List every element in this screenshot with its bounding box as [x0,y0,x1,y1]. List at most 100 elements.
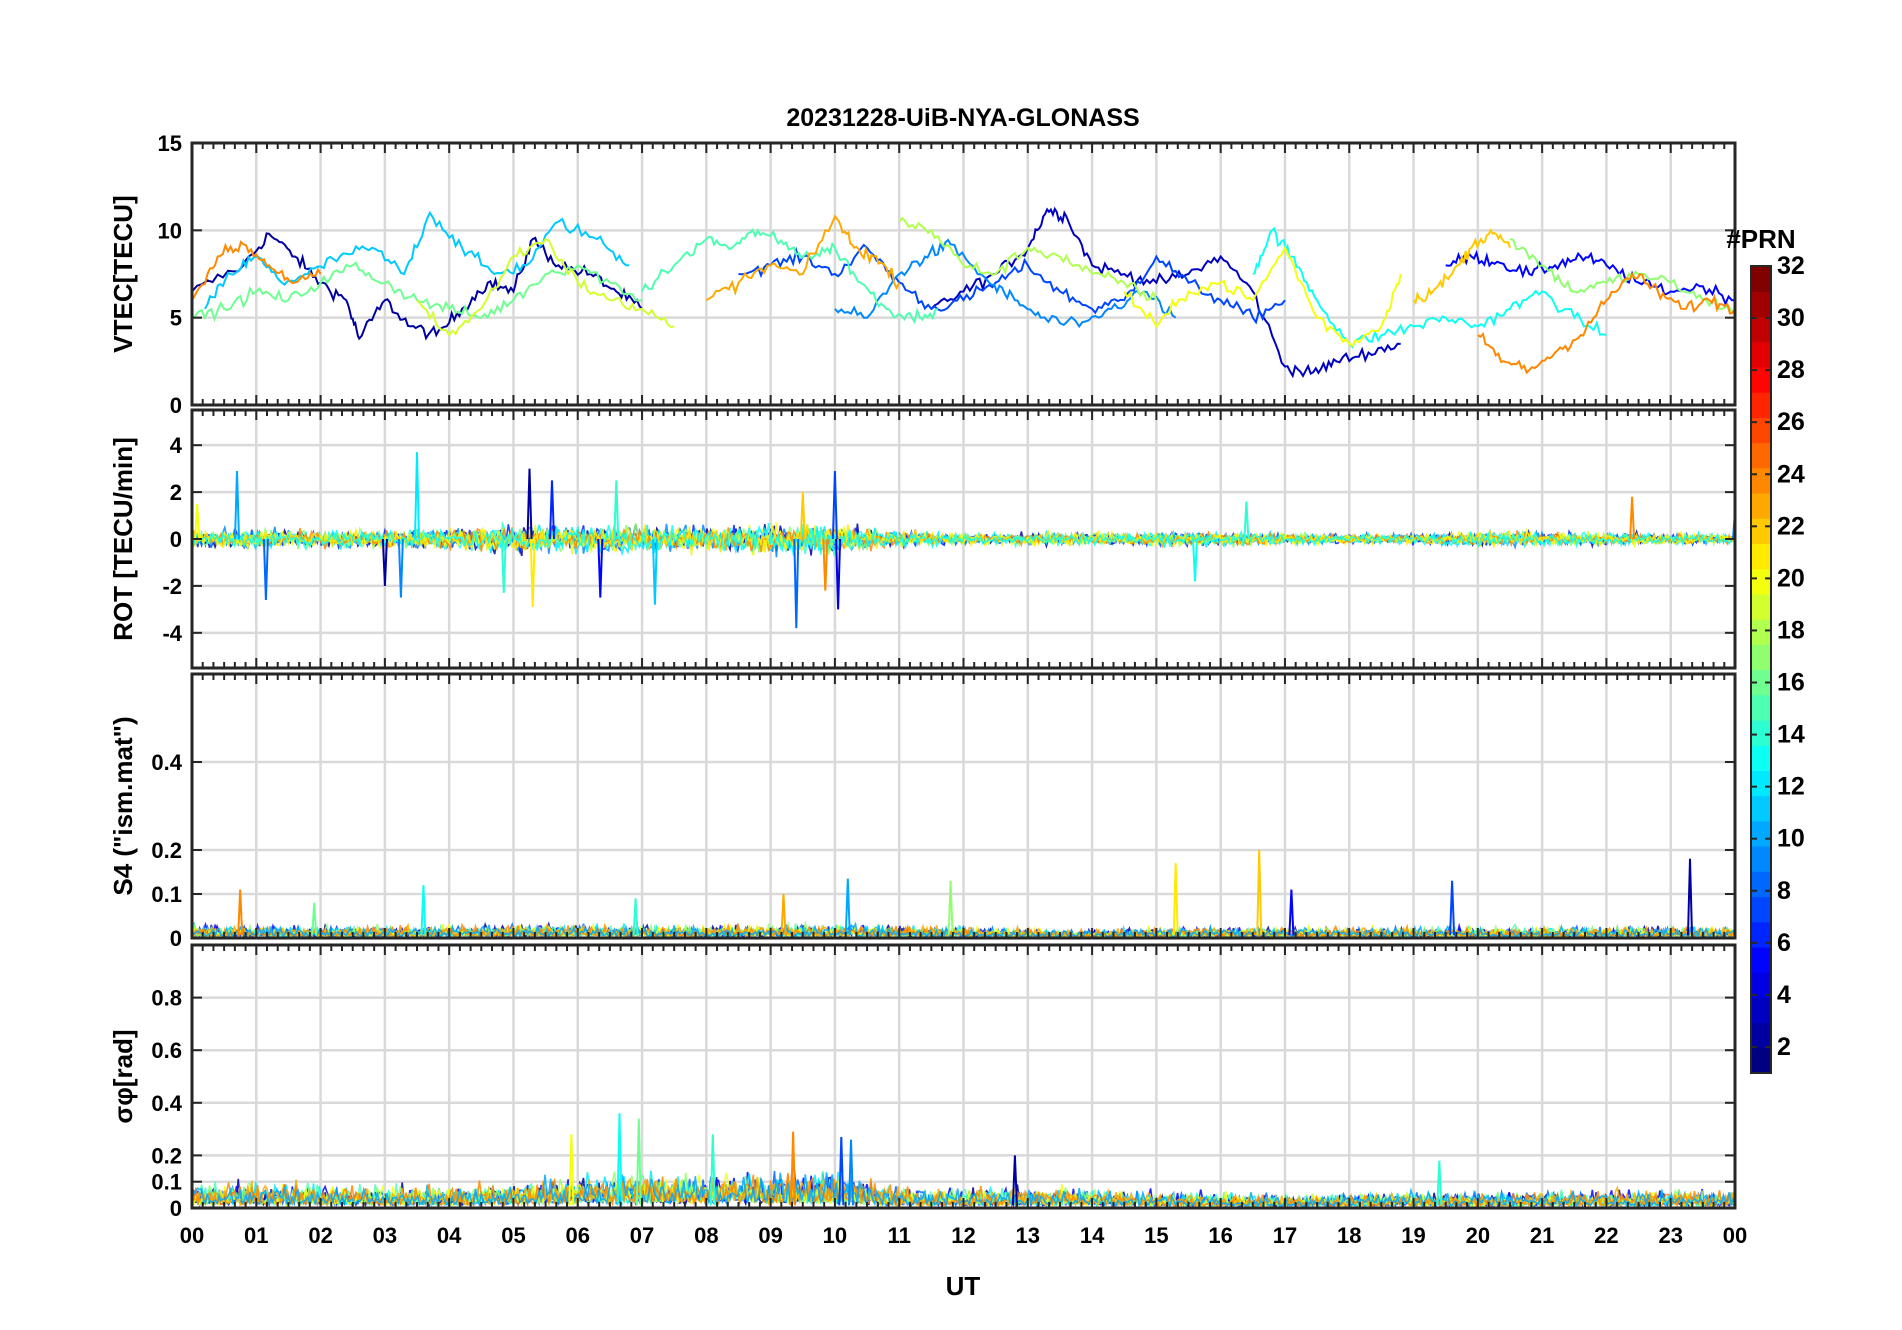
y-axis-label-rot: ROT [TECU/min] [108,437,138,641]
spike-prn-10 [234,470,240,540]
y-tick-label: 10 [158,218,182,243]
colorbar-segment [1751,946,1771,973]
x-tick-label: 22 [1594,1223,1618,1248]
panels: 051015VTEC[TECU]-4-2024ROT [TECU/min]00.… [108,131,1747,1248]
colorbar-segment [1751,568,1771,595]
colorbar-segment [1751,492,1771,519]
colorbar-segment [1751,745,1771,771]
colorbar-tick-label: 8 [1777,877,1791,905]
chart-title: 20231228-UiB-NYA-GLONASS [786,104,1139,132]
colorbar-segment [1751,896,1771,923]
spike-prn-24 [1629,496,1636,540]
spike-prn-10 [844,878,851,936]
y-tick-label: 15 [158,131,182,156]
series-prn-2 [192,232,643,341]
series-prn-13 [1252,226,1607,349]
x-tick-label: 05 [501,1223,525,1248]
colorbar-tick-label: 24 [1777,460,1805,488]
colorbar-segment [1751,392,1771,418]
y-tick-label: 5 [170,306,182,331]
colorbar-tick-label: 22 [1777,512,1805,540]
colorbar-segment [1751,619,1771,645]
y-tick-label: 0 [170,926,182,951]
colorbar-tick-label: 28 [1777,356,1805,384]
x-tick-label: 21 [1530,1223,1554,1248]
y-axis-label-s4: S4 ("ism.mat") [108,716,138,895]
colorbar-tick-label: 10 [1777,825,1805,853]
colorbar-segment [1751,770,1771,797]
x-tick-label: 09 [758,1223,782,1248]
y-tick-label: 0.1 [151,882,182,907]
colorbar-tick-label: 18 [1777,616,1805,644]
spike-prn-22 [1256,849,1263,936]
spike-prn-13 [1192,538,1198,582]
x-tick-label: 08 [694,1223,718,1248]
spike-prn-7 [1449,880,1456,936]
x-tick-label: 15 [1144,1223,1168,1248]
colorbar-segment [1751,719,1771,746]
colorbar-tick-label: 16 [1777,669,1805,697]
colorbar-tick-label: 14 [1777,721,1805,749]
panel-vtec: 0 5 10 15 VTEC[TECU] [108,131,1737,418]
spike-prn-5 [1288,889,1295,936]
colorbar-segment [1751,442,1771,469]
spike-prn-8 [793,538,800,629]
series-prn-17 [1509,238,1735,315]
colorbar-tick-label: 32 [1777,252,1805,280]
series-prn-5 [1445,249,1735,307]
series-prn-3 [930,206,1401,379]
x-tick-label: 19 [1401,1223,1425,1248]
colorbar-segment [1751,1022,1771,1049]
x-axis-label: UT [946,1271,981,1301]
series-prn-22 [1412,228,1511,305]
colorbar: #PRN2468101214161820222426283032 [1726,224,1805,1074]
spike-prn-21 [1172,863,1179,936]
spike-prn-13 [420,885,427,936]
colorbar-segment [1751,467,1771,494]
y-tick-label: 0.4 [151,1091,182,1116]
x-tick-label: 02 [308,1223,332,1248]
y-tick-label: 0.2 [151,1143,182,1168]
y-tick-label: 0.1 [151,1170,182,1195]
y-axis-label-sigphi: σφ[rad] [108,1029,138,1123]
y-axis-label-vtec: VTEC[TECU] [108,195,138,352]
colorbar-segment [1751,871,1771,898]
colorbar-segment [1751,846,1771,872]
colorbar-segment [1751,795,1771,822]
x-tick-label: 06 [566,1223,590,1248]
y-tick-label: 2 [170,480,182,505]
colorbar-tick-label: 2 [1777,1033,1791,1061]
colorbar-tick-label: 4 [1777,981,1791,1009]
y-tick-label: 4 [170,433,183,458]
colorbar-segment [1751,518,1771,545]
y-tick-label: 0 [170,527,182,552]
y-tick-label: 0 [170,1196,182,1221]
spike-prn-9 [397,538,404,598]
x-tick-label: 04 [437,1223,462,1248]
series-prn-11 [204,210,630,310]
colorbar-segment [1751,291,1771,318]
x-tick-label: 18 [1337,1223,1361,1248]
colorbar-segment [1751,694,1771,721]
figure: 20231228-UiB-NYA-GLONASS 051015VTEC[TECU… [108,104,1805,1301]
series-prn-20 [1123,245,1402,348]
colorbar-tick-label: 20 [1777,564,1805,592]
x-tick-label: 23 [1658,1223,1682,1248]
colorbar-segment [1751,997,1771,1024]
x-tick-label: 07 [630,1223,654,1248]
x-tick-label: 00 [1723,1223,1747,1248]
spike-prn-12 [414,452,420,540]
colorbar-tick-label: 12 [1777,773,1805,801]
y-tick-label: 0.2 [151,838,182,863]
panel-rot: -4 -2 0 2 4 ROT [TECU/min] [108,408,1737,670]
colorbar-title: #PRN [1726,224,1795,254]
spike-prn-17 [947,880,954,936]
colorbar-tick-label: 26 [1777,408,1805,436]
colorbar-tick-label: 30 [1777,304,1805,332]
colorbar-segment [1751,316,1771,343]
y-tick-label: 0.4 [151,750,182,775]
x-tick-label: 17 [1273,1223,1297,1248]
panel-sigphi: 00.10.2 0.4 0.6 0.8 σφ[rad] 00 01 02 03 04 05 06 07 0… [108,943,1747,1248]
colorbar-segment [1751,417,1771,444]
panel-s4: 0 0.1 0.2 0.4 S4 ("ism.mat") [108,672,1737,951]
